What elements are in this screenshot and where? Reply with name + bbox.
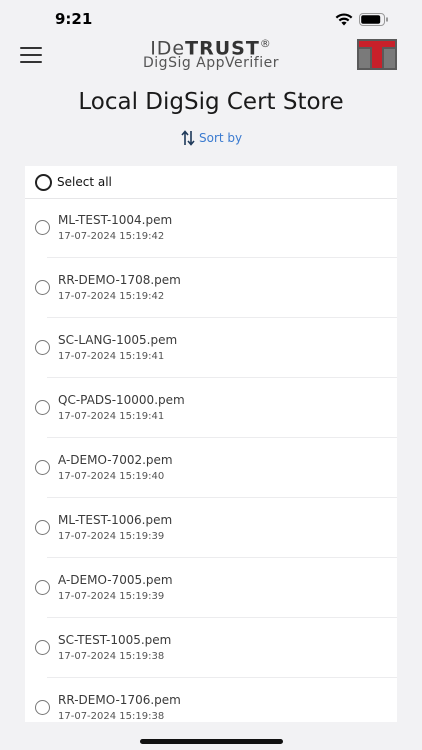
item-radio[interactable]: [35, 580, 50, 595]
page-title: Local DigSig Cert Store: [78, 89, 344, 115]
cert-date: 17-07-2024 15:19:40: [58, 471, 165, 482]
cert-name: RR-DEMO-1708.pem: [58, 273, 181, 287]
item-radio[interactable]: [35, 220, 50, 235]
cert-list-item[interactable]: RR-DEMO-1706.pem 17-07-2024 15:19:38: [25, 678, 397, 722]
select-all-radio[interactable]: [35, 174, 52, 191]
cert-name: A-DEMO-7005.pem: [58, 573, 173, 587]
cert-date: 17-07-2024 15:19:42: [58, 231, 165, 242]
cert-name: ML-TEST-1004.pem: [58, 213, 173, 227]
cert-list: Select all ML-TEST-1004.pem 17-07-2024 1…: [25, 166, 397, 722]
item-radio[interactable]: [35, 280, 50, 295]
cert-date: 17-07-2024 15:19:41: [58, 351, 165, 362]
cert-date: 17-07-2024 15:19:39: [58, 591, 165, 602]
select-all-row[interactable]: Select all: [25, 166, 397, 199]
cert-list-item[interactable]: SC-LANG-1005.pem 17-07-2024 15:19:41: [25, 318, 397, 378]
app-header: IDeTRUST® DigSig AppVerifier: [0, 33, 422, 75]
sort-by-button[interactable]: Sort by: [180, 128, 242, 148]
cert-name: SC-LANG-1005.pem: [58, 333, 178, 347]
sort-by-label: Sort by: [199, 131, 243, 145]
cert-date: 17-07-2024 15:19:41: [58, 411, 165, 422]
cert-list-item[interactable]: QC-PADS-10000.pem 17-07-2024 15:19:41: [25, 378, 397, 438]
select-all-label: Select all: [57, 175, 112, 189]
item-radio[interactable]: [35, 520, 50, 535]
item-radio[interactable]: [35, 460, 50, 475]
item-radio[interactable]: [35, 640, 50, 655]
item-radio[interactable]: [35, 700, 50, 715]
cert-date: 17-07-2024 15:19:42: [58, 291, 165, 302]
status-time: 9:21: [55, 10, 93, 28]
cert-date: 17-07-2024 15:19:39: [58, 531, 165, 542]
cert-name: ML-TEST-1006.pem: [58, 513, 173, 527]
item-radio[interactable]: [35, 340, 50, 355]
cert-list-item[interactable]: ML-TEST-1006.pem 17-07-2024 15:19:39: [25, 498, 397, 558]
cert-name: QC-PADS-10000.pem: [58, 393, 185, 407]
cert-name: RR-DEMO-1706.pem: [58, 693, 181, 707]
cert-list-item[interactable]: ML-TEST-1004.pem 17-07-2024 15:19:42: [25, 198, 397, 258]
cert-date: 17-07-2024 15:19:38: [58, 651, 165, 662]
item-radio[interactable]: [35, 400, 50, 415]
cert-list-item[interactable]: A-DEMO-7002.pem 17-07-2024 15:19:40: [25, 438, 397, 498]
battery-icon: [359, 13, 388, 26]
cert-list-item[interactable]: A-DEMO-7005.pem 17-07-2024 15:19:39: [25, 558, 397, 618]
cert-list-item[interactable]: SC-TEST-1005.pem 17-07-2024 15:19:38: [25, 618, 397, 678]
cert-items: ML-TEST-1004.pem 17-07-2024 15:19:42 RR-…: [25, 198, 397, 722]
home-indicator: [140, 739, 283, 744]
cert-name: SC-TEST-1005.pem: [58, 633, 172, 647]
company-logo: [357, 39, 397, 70]
sort-arrows-icon: [181, 130, 195, 146]
wifi-icon: [335, 13, 353, 26]
cert-date: 17-07-2024 15:19:38: [58, 711, 165, 722]
cert-list-item[interactable]: RR-DEMO-1708.pem 17-07-2024 15:19:42: [25, 258, 397, 318]
cert-name: A-DEMO-7002.pem: [58, 453, 173, 467]
